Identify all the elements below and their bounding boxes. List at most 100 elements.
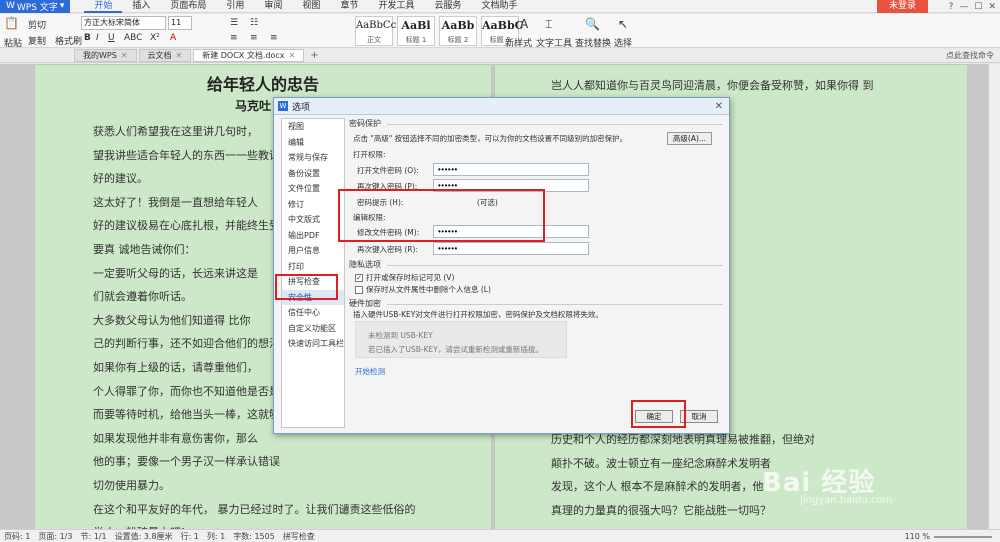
align-left-icon[interactable]: ≡: [230, 33, 238, 43]
close-icon[interactable]: ✕: [715, 101, 723, 112]
document-line: 这太好了！我倒是一直想给年轻人: [93, 195, 258, 209]
baidu-watermark: Bai 经验: [762, 468, 876, 498]
style-1[interactable]: AaBl 标题 1: [397, 16, 435, 46]
vertical-scrollbar[interactable]: [988, 64, 1000, 529]
paste-button[interactable]: 粘贴: [4, 36, 22, 49]
menu-item-7[interactable]: 开发工具: [368, 0, 424, 13]
nav-item-7[interactable]: 输出PDF: [282, 228, 344, 244]
zoom-slider[interactable]: [934, 536, 992, 538]
nav-item-5[interactable]: 修订: [282, 197, 344, 213]
nav-item-8[interactable]: 用户信息: [282, 243, 344, 259]
zoom-level[interactable]: 110 %: [905, 532, 930, 541]
privacy-option-2[interactable]: 保存时从文件属性中删除个人信息 (L): [355, 284, 491, 295]
document-line: 真理的力量真的很强大吗？它能战胜一切吗？: [551, 503, 771, 517]
font-color-icon[interactable]: A: [170, 33, 176, 43]
menu-item-6[interactable]: 章节: [330, 0, 368, 13]
document-line: 颠扑不破。波士顿立有一座纪念麻醉术发明者: [551, 456, 771, 470]
status-spellcheck[interactable]: 拼写检查: [283, 531, 315, 542]
search-icon[interactable]: 🔍: [585, 17, 600, 31]
start-detect-link[interactable]: 开始检测: [355, 366, 385, 377]
open-permission-label: 打开权限:: [353, 150, 386, 159]
nav-item-9[interactable]: 打印: [282, 259, 344, 275]
login-button[interactable]: 未登录: [876, 0, 928, 13]
align-center-icon[interactable]: ≡: [250, 33, 258, 43]
document-line: 获悉人们希望我在这里讲几句时，: [93, 125, 258, 138]
privacy-option-1[interactable]: ✓ 打开或保存时标记可见 (V): [355, 272, 454, 283]
nav-item-4[interactable]: 文件位置: [282, 181, 344, 197]
nav-item-13[interactable]: 自定义功能区: [282, 321, 344, 337]
bullet-list-icon[interactable]: ☰: [230, 18, 238, 28]
new-tab-plus-icon[interactable]: +: [310, 50, 318, 61]
menu-item-8[interactable]: 云服务: [424, 0, 471, 13]
highlight-box-ok: [631, 400, 686, 428]
nav-item-1[interactable]: 编辑: [282, 135, 344, 151]
copy-button[interactable]: 复制: [28, 34, 46, 47]
status-words[interactable]: 字数: 1505: [233, 531, 275, 542]
checkbox-icon[interactable]: [355, 285, 363, 294]
menu-item-1[interactable]: 插入: [122, 0, 160, 13]
paste-icon[interactable]: 📋: [4, 16, 19, 30]
nav-item-0[interactable]: 视图: [282, 119, 344, 135]
nav-item-14[interactable]: 快速访问工具栏: [282, 336, 344, 352]
number-list-icon[interactable]: ☷: [250, 18, 258, 28]
menu-item-2[interactable]: 页面布局: [160, 0, 216, 13]
doc-tab-label: 新建 DOCX 文档.docx: [202, 51, 285, 60]
superscript-icon[interactable]: X²: [150, 33, 160, 43]
doc-tab-1[interactable]: 云文档 ✕: [138, 49, 192, 62]
menu-item-0[interactable]: 开始: [84, 0, 123, 13]
menu-item-4[interactable]: 审阅: [254, 0, 292, 13]
nav-item-6[interactable]: 中文版式: [282, 212, 344, 228]
strikethrough-icon[interactable]: ABC: [124, 33, 142, 43]
close-tab-icon[interactable]: ✕: [121, 49, 128, 62]
new-style-button[interactable]: 新样式: [505, 36, 532, 49]
menu-item-3[interactable]: 引用: [216, 0, 254, 13]
status-pages: 页面: 1/3: [38, 531, 73, 541]
divider: [387, 265, 723, 266]
font-size-select[interactable]: 11: [168, 16, 192, 30]
nav-item-12[interactable]: 信任中心: [282, 305, 344, 321]
menu-item-5[interactable]: 视图: [292, 0, 330, 13]
nav-item-3[interactable]: 备份设置: [282, 166, 344, 182]
status-col: 列: 1: [206, 531, 226, 541]
privacy-option-1-label: 打开或保存时标记可见 (V): [366, 273, 455, 282]
command-search[interactable]: 点此查找命令: [946, 50, 994, 61]
cursor-select-icon[interactable]: ↖: [618, 17, 628, 31]
options-dialog: W 选项 ✕ 视图 编辑 常规与保存 备份设置 文件位置 修订 中文版式 输出PDF 用户信息打…: [273, 97, 730, 434]
privacy-option-2-label: 保存时从文件属性中删除个人信息 (L): [366, 285, 491, 294]
style-0[interactable]: AaBbCc 正文: [355, 16, 396, 46]
text-tools-icon[interactable]: ⌶: [545, 17, 552, 32]
underline-icon[interactable]: U: [108, 33, 115, 43]
bold-icon[interactable]: B: [84, 33, 91, 43]
doc-tab-0[interactable]: 我的WPS ✕: [74, 49, 137, 62]
doc-tab-2[interactable]: 新建 DOCX 文档.docx ✕: [193, 49, 305, 62]
find-replace-button[interactable]: 查找替换: [575, 36, 611, 49]
menu-item-9[interactable]: 文档助手: [471, 0, 527, 13]
wps-app-icon: W: [278, 101, 288, 111]
style-name: 标题 1: [405, 36, 427, 44]
minimize-icon[interactable]: —: [959, 2, 968, 12]
app-menu-button[interactable]: W WPS 文字 ▾: [0, 0, 71, 13]
close-tab-icon[interactable]: ✕: [288, 49, 295, 62]
cut-button[interactable]: 剪切: [28, 18, 46, 31]
advanced-button[interactable]: 高级(A)...: [667, 132, 712, 145]
select-button[interactable]: 选择: [614, 36, 632, 49]
text-tools-button[interactable]: 文字工具: [536, 36, 572, 49]
style-2[interactable]: AaBb 标题 2: [439, 16, 477, 46]
format-painter-button[interactable]: 格式刷: [55, 34, 82, 47]
maximize-icon[interactable]: ☐: [974, 2, 982, 12]
italic-icon[interactable]: I: [96, 33, 99, 43]
style-name: 正文: [367, 36, 381, 44]
align-right-icon[interactable]: ≡: [270, 33, 278, 43]
usbkey-status-box: 未检测到 USB-KEY 若已插入了USB-KEY，请尝试重新检测或重新插拔。: [355, 321, 567, 358]
close-icon[interactable]: ✕: [988, 2, 996, 12]
open-password-field[interactable]: [433, 163, 589, 176]
highlight-box-security: [275, 274, 338, 300]
checkbox-checked-icon[interactable]: ✓: [355, 273, 363, 282]
edit-confirm-field[interactable]: [433, 242, 589, 255]
nav-item-2[interactable]: 常规与保存: [282, 150, 344, 166]
help-icon[interactable]: ?: [949, 2, 954, 12]
usbkey-hint: 若已插入了USB-KEY，请尝试重新检测或重新插拔。: [368, 345, 543, 354]
new-style-icon[interactable]: A: [520, 17, 528, 31]
font-family-select[interactable]: 方正大标宋简体: [81, 16, 166, 30]
close-tab-icon[interactable]: ✕: [176, 49, 183, 62]
